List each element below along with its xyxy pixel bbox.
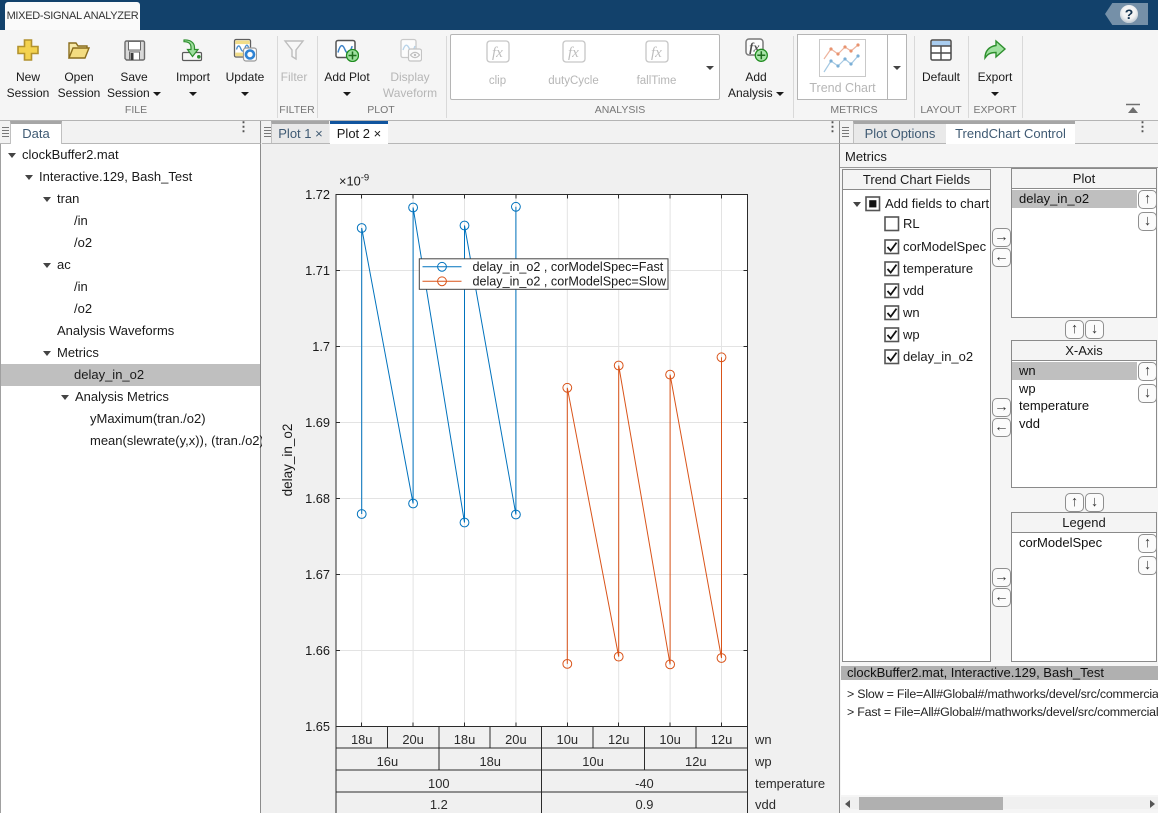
svg-text:100: 100 [428,776,450,791]
svg-text:1.67: 1.67 [305,567,330,582]
svg-text:1.72: 1.72 [305,187,330,202]
svg-text:18u: 18u [454,732,476,747]
svg-text:fx: fx [492,45,503,61]
svg-text:fx: fx [568,45,579,61]
svg-text:-40: -40 [635,776,654,791]
svg-text:1.71: 1.71 [305,263,330,278]
svg-text:delay_in_o2: delay_in_o2 [280,424,295,497]
svg-text:1.2: 1.2 [430,797,448,812]
svg-text:1.68: 1.68 [305,491,330,506]
svg-text:1.66: 1.66 [305,643,330,658]
svg-text:16u: 16u [377,754,399,769]
svg-text:delay_in_o2 , corModelSpec=Fas: delay_in_o2 , corModelSpec=Fast [473,260,664,274]
svg-text:1.65: 1.65 [305,719,330,734]
svg-text:20u: 20u [505,732,527,747]
svg-text:1.7: 1.7 [312,339,330,354]
svg-text:0.9: 0.9 [635,797,653,812]
svg-text:temperature: temperature [755,776,825,791]
svg-text:10u: 10u [582,754,604,769]
svg-text:10u: 10u [659,732,681,747]
svg-text:18u: 18u [351,732,373,747]
svg-text:12u: 12u [685,754,707,769]
svg-text:wp: wp [754,754,772,769]
svg-text:18u: 18u [479,754,501,769]
svg-text:1.69: 1.69 [305,415,330,430]
svg-text:vdd: vdd [755,797,776,812]
svg-text:10u: 10u [557,732,579,747]
svg-text:delay_in_o2 , corModelSpec=Slo: delay_in_o2 , corModelSpec=Slow [473,275,667,289]
svg-text:12u: 12u [608,732,630,747]
svg-text:wn: wn [754,732,772,747]
svg-text:12u: 12u [711,732,733,747]
svg-text:fx: fx [651,45,662,61]
svg-text:20u: 20u [402,732,424,747]
